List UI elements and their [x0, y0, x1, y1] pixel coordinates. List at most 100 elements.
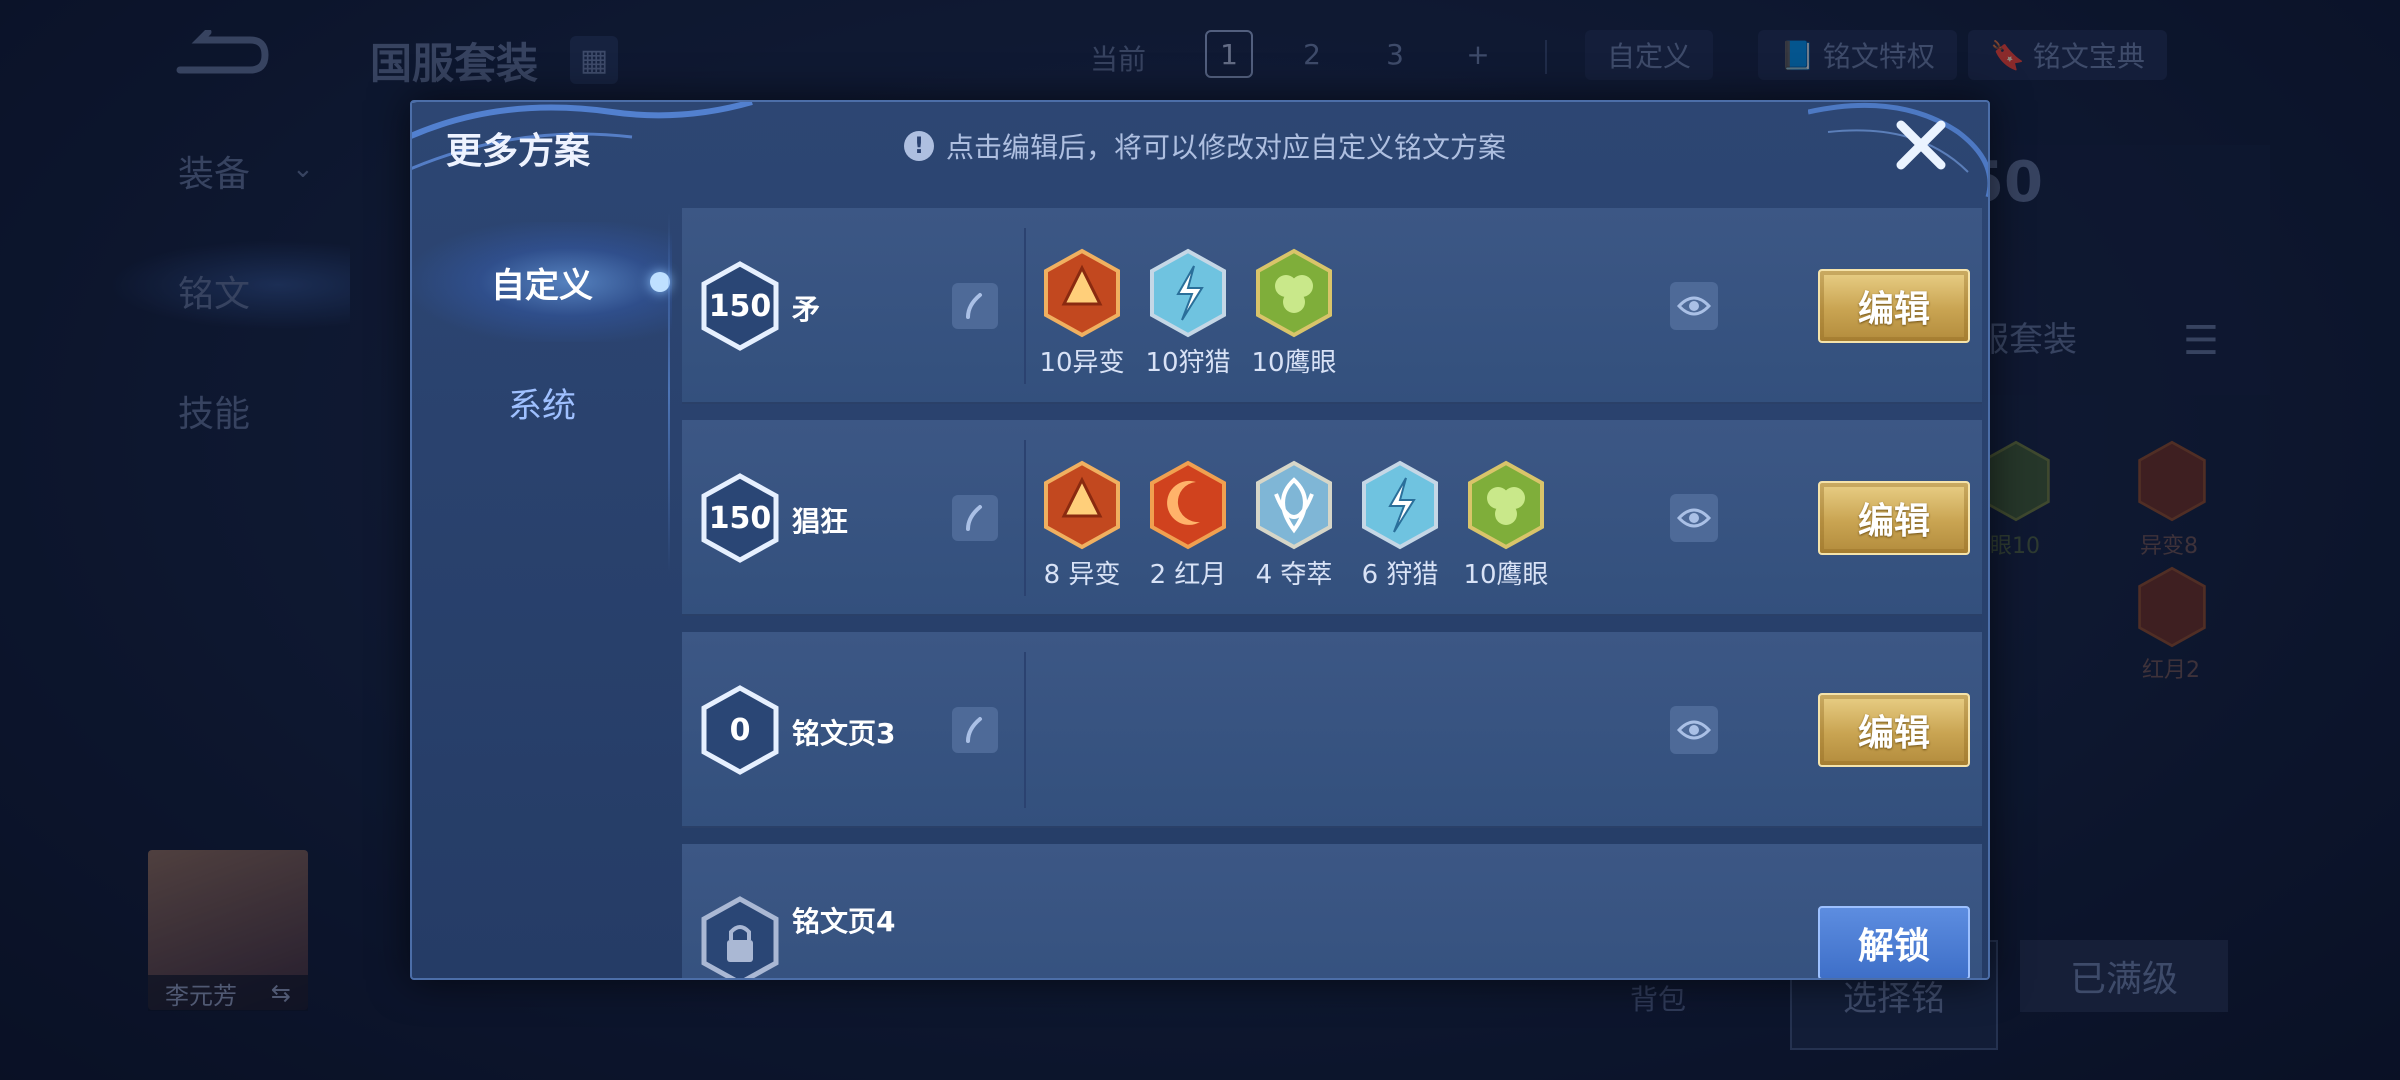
swap-icon: ⇆ — [270, 979, 292, 1007]
pen-icon — [966, 293, 982, 319]
rune-item[interactable]: 10鹰眼 — [1463, 460, 1549, 591]
info-icon: ! — [904, 131, 934, 161]
level-hex-icon: 150 — [700, 261, 780, 351]
scheme-row: 150 猖狂 8 异变 2 红月 4 夺萃 6 狩猎 10鹰眼 编辑 — [682, 420, 1982, 616]
side-rune-label-1: 眼10 — [1990, 534, 2040, 559]
scheme-name: 矛 — [792, 293, 821, 326]
grid-icon[interactable]: ▦ — [570, 36, 618, 84]
rune-item[interactable]: 6 狩猎 — [1360, 460, 1440, 591]
rune-icon — [2138, 440, 2206, 522]
modal-hint: ! 点击编辑后，将可以修改对应自定义铭文方案 — [904, 126, 1506, 166]
side-rune-label-3: 红月2 — [2142, 658, 2200, 683]
rune-label: 2 红月 — [1149, 560, 1227, 590]
rune-label: 6 狩猎 — [1361, 560, 1439, 590]
divider — [1024, 440, 1026, 596]
yingyan-rune-icon — [1256, 248, 1332, 338]
preview-button[interactable] — [1670, 282, 1718, 330]
duocui-rune-icon — [1256, 460, 1332, 550]
rune-item[interactable]: 4 夺萃 — [1254, 460, 1334, 591]
hero-name-bar[interactable]: 李元芳 ⇆ — [148, 975, 308, 1011]
rename-button[interactable] — [952, 495, 998, 541]
privilege-label: 铭文特权 — [1822, 40, 1935, 73]
yingyan-rune-icon — [1468, 460, 1544, 550]
custom-label: 自定义 — [1607, 40, 1692, 73]
rune-icon — [2138, 566, 2206, 648]
level-hex-icon: 150 — [700, 473, 780, 563]
rune-label: 10狩猎 — [1145, 348, 1231, 378]
page-tab-3[interactable]: 3 — [1371, 30, 1419, 78]
preview-button[interactable] — [1670, 494, 1718, 542]
eye-icon — [1677, 720, 1711, 740]
rune-label: 4 夺萃 — [1255, 560, 1333, 590]
divider — [1024, 652, 1026, 808]
rune-label: 10鹰眼 — [1463, 560, 1549, 590]
rune-item[interactable]: 10鹰眼 — [1251, 248, 1337, 379]
preview-button[interactable] — [1670, 706, 1718, 754]
nav-skills[interactable]: 技能 — [178, 385, 250, 437]
scheme-list[interactable]: 150 矛 10异变 10狩猎 10鹰眼 编辑 150 猖狂 8 异变 2 红月… — [682, 208, 1982, 978]
active-dot-icon — [650, 272, 670, 292]
scheme-name: 铭文页4 — [792, 905, 896, 938]
tab-system-label: 系统 — [508, 385, 576, 426]
shoulie-rune-icon — [1362, 460, 1438, 550]
rune-list: 8 异变 2 红月 4 夺萃 6 狩猎 10鹰眼 — [1042, 460, 1549, 591]
unlock-button[interactable]: 解锁 — [1818, 906, 1970, 978]
menu-icon[interactable]: ☰ — [2183, 318, 2219, 364]
edit-button[interactable]: 编辑 — [1818, 269, 1970, 343]
rune-item[interactable]: 8 异变 — [1042, 460, 1122, 591]
side-rune-label-2: 异变8 — [2140, 534, 2198, 559]
back-icon[interactable] — [170, 28, 270, 80]
yibian-rune-icon — [1044, 460, 1120, 550]
rune-item[interactable]: 2 红月 — [1148, 460, 1228, 591]
divider — [1545, 40, 1547, 74]
nav-runes[interactable]: 铭文 — [178, 265, 250, 317]
rune-label: 8 异变 — [1043, 560, 1121, 590]
more-schemes-modal: 更多方案 ! 点击编辑后，将可以修改对应自定义铭文方案 自定义 系统 150 矛 — [410, 100, 1990, 980]
chevron-down-icon: ⌄ — [292, 154, 314, 184]
rune-item[interactable]: 10狩猎 — [1145, 248, 1231, 379]
close-button[interactable] — [1888, 112, 1954, 178]
codex-icon: 🔖 — [1990, 38, 2025, 72]
codex-button[interactable]: 🔖 铭文宝典 — [1968, 30, 2167, 80]
scheme-tabs: 自定义 系统 — [412, 222, 672, 462]
eye-icon — [1677, 296, 1711, 316]
rename-button[interactable] — [952, 707, 998, 753]
modal-title: 更多方案 — [446, 131, 591, 172]
close-icon — [1896, 120, 1946, 170]
current-label: 当前 — [1090, 43, 1147, 76]
scheme-row: 150 矛 10异变 10狩猎 10鹰眼 编辑 — [682, 208, 1982, 404]
tab-custom[interactable]: 自定义 — [412, 222, 672, 342]
scheme-level: 150 — [708, 500, 772, 536]
hero-name: 李元芳 — [164, 981, 237, 1010]
scheme-name: 猖狂 — [792, 505, 849, 538]
pen-icon — [966, 717, 982, 743]
hongyue-rune-icon — [1150, 460, 1226, 550]
hint-text: 点击编辑后，将可以修改对应自定义铭文方案 — [946, 131, 1507, 164]
edit-button[interactable]: 编辑 — [1818, 693, 1970, 767]
rune-label: 10异变 — [1039, 348, 1125, 378]
eye-icon — [1677, 508, 1711, 528]
nav-equipment[interactable]: 装备 — [178, 145, 250, 197]
privilege-button[interactable]: 📘 铭文特权 — [1758, 30, 1957, 80]
scheme-level: 0 — [729, 712, 751, 748]
rune-list: 10异变 10狩猎 10鹰眼 — [1039, 248, 1337, 379]
max-level-button[interactable]: 已满级 — [2020, 940, 2228, 1012]
rune-icon — [1982, 440, 2050, 522]
tab-custom-label: 自定义 — [491, 265, 593, 306]
rune-label: 10鹰眼 — [1251, 348, 1337, 378]
lock-hex-icon — [700, 896, 780, 978]
bag-label[interactable]: 背包 — [1630, 978, 1686, 1018]
rename-button[interactable] — [952, 283, 998, 329]
custom-button[interactable]: 自定义 — [1585, 30, 1714, 80]
page-tab-2[interactable]: 2 — [1288, 30, 1336, 78]
scheme-name: 铭文页3 — [792, 717, 896, 750]
page-tab-1[interactable]: 1 — [1205, 30, 1253, 78]
level-hex-icon: 0 — [700, 685, 780, 775]
edit-button[interactable]: 编辑 — [1818, 481, 1970, 555]
scheme-level: 150 — [708, 288, 772, 324]
add-page-button[interactable]: + — [1454, 30, 1502, 78]
rune-item[interactable]: 10异变 — [1039, 248, 1125, 379]
divider — [1024, 228, 1026, 384]
tab-system[interactable]: 系统 — [412, 342, 672, 462]
scheme-row-locked: 铭文页4 解锁 — [682, 844, 1982, 978]
